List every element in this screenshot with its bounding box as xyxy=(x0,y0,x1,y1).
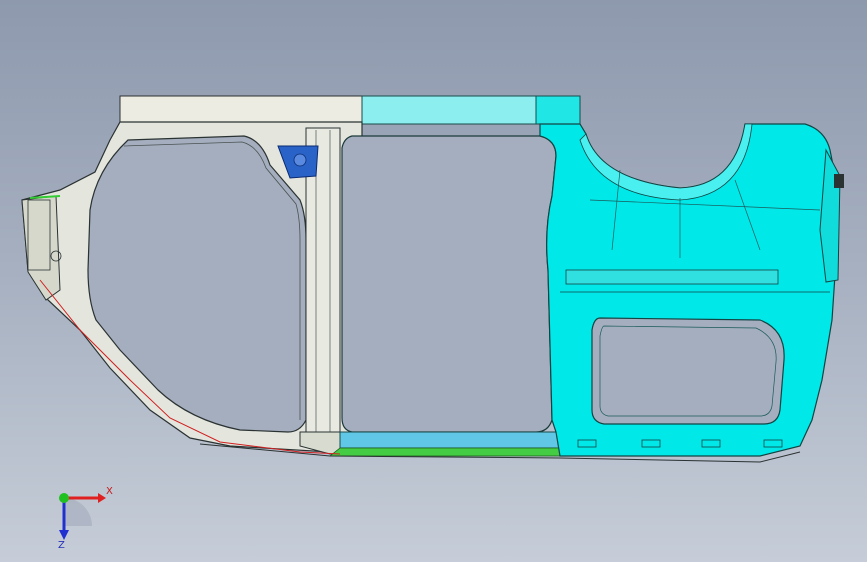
triad-x-label: X xyxy=(106,486,113,497)
quarter-window-opening[interactable] xyxy=(591,317,785,425)
triad-z-label: Z xyxy=(58,540,65,550)
coordinate-triad: X Z xyxy=(58,486,113,550)
front-door-opening[interactable] xyxy=(87,135,307,433)
triad-base-shadow xyxy=(64,498,92,526)
body-side-panel-model[interactable] xyxy=(0,0,867,562)
rear-bracket xyxy=(834,174,844,188)
rear-door-opening[interactable] xyxy=(341,135,557,433)
cad-viewport[interactable]: X Z xyxy=(0,0,867,562)
hinge-bracket-hole xyxy=(293,153,307,167)
roof-rail-left[interactable] xyxy=(119,95,363,123)
triad-x-arrow xyxy=(98,493,106,503)
triad-z-arrow xyxy=(59,530,69,540)
rocker-sill-middle[interactable] xyxy=(339,431,561,449)
roof-rail-right-end xyxy=(535,95,581,125)
triad-y-axis xyxy=(59,493,69,503)
belt-reinforcement xyxy=(565,269,779,285)
rocker-sill-green xyxy=(328,447,561,457)
